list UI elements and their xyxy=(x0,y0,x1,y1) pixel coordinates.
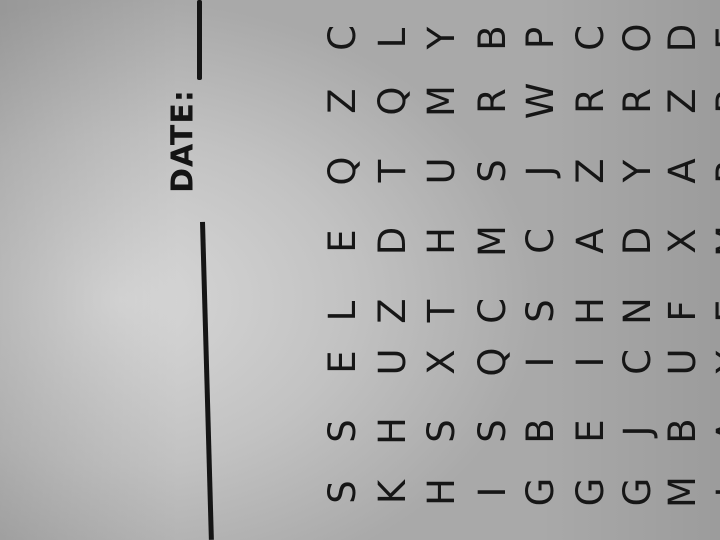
grid-letter: S xyxy=(518,299,562,323)
grid-letter: C xyxy=(568,25,612,51)
grid-letter: W xyxy=(518,82,562,120)
grid-letter: U xyxy=(660,348,704,376)
grid-letter: X xyxy=(419,349,463,375)
grid-letter: U xyxy=(370,348,414,376)
grid-letter: X xyxy=(660,228,704,254)
grid-letter: I xyxy=(470,486,514,498)
grid-letter: H xyxy=(419,227,463,255)
grid-letter: E xyxy=(320,350,364,374)
grid-letter: S xyxy=(320,419,364,443)
grid-letter: S xyxy=(470,159,514,183)
grid-letter: J xyxy=(518,165,562,177)
grid-letter: D xyxy=(370,226,414,256)
grid-letter: M xyxy=(419,85,463,117)
grid-letter: B xyxy=(518,418,562,444)
grid-letter: C xyxy=(615,349,659,375)
grid-letter: R xyxy=(470,88,514,114)
worksheet-page: DATE: CZQELESSLQTDZUHKYMUHTXSHBRSMCQSIPW… xyxy=(0,0,720,540)
grid-letter: J xyxy=(615,425,659,437)
grid-letter: I xyxy=(518,356,562,368)
grid-letter: Y xyxy=(705,337,720,387)
grid-letter: T xyxy=(419,299,463,323)
grid-letter: M xyxy=(470,225,514,257)
grid-letter: C xyxy=(320,25,364,51)
grid-letter: Z xyxy=(660,88,704,114)
grid-letter: Q xyxy=(370,86,414,116)
grid-letter: P xyxy=(518,26,562,50)
grid-letter: H xyxy=(370,417,414,445)
grid-letter: S xyxy=(470,419,514,443)
grid-letter: T xyxy=(370,159,414,183)
grid-letter: O xyxy=(615,23,659,53)
grid-letter: S xyxy=(320,480,364,504)
word-search-grid: CZQELESSLQTDZUHKYMUHTXSHBRSMCQSIPWJCSIBG… xyxy=(0,0,720,540)
grid-letter: G xyxy=(518,477,562,507)
grid-letter: G xyxy=(568,477,612,507)
grid-letter: L xyxy=(320,300,364,322)
grid-letter: Y xyxy=(419,26,463,50)
grid-letter: K xyxy=(370,479,414,505)
grid-letter: U xyxy=(419,157,463,185)
grid-letter: D xyxy=(615,226,659,256)
grid-letter: H xyxy=(568,297,612,325)
grid-letter: E xyxy=(320,229,364,253)
grid-letter: E xyxy=(705,13,720,63)
grid-letter: F xyxy=(660,300,704,322)
grid-letter: S xyxy=(419,419,463,443)
grid-letter: R xyxy=(705,146,720,196)
grid-letter: G xyxy=(615,477,659,507)
grid-letter: A xyxy=(568,228,612,254)
grid-letter: C xyxy=(470,298,514,324)
grid-letter: B xyxy=(660,418,704,444)
grid-letter: L xyxy=(370,27,414,49)
grid-letter: I xyxy=(568,356,612,368)
grid-letter: R xyxy=(568,88,612,114)
grid-letter: Q xyxy=(320,156,364,186)
grid-letter: I xyxy=(705,467,720,517)
grid-letter: Z xyxy=(320,88,364,114)
grid-letter: Z xyxy=(568,158,612,184)
grid-letter: R xyxy=(615,88,659,114)
grid-letter: B xyxy=(705,76,720,126)
grid-letter: Y xyxy=(615,159,659,183)
grid-letter: B xyxy=(470,25,514,51)
grid-letter: Z xyxy=(370,298,414,324)
grid-letter: H xyxy=(419,478,463,506)
grid-letter: M xyxy=(705,216,720,266)
grid-letter: Q xyxy=(470,347,514,377)
grid-letter: C xyxy=(518,228,562,254)
grid-letter: M xyxy=(660,476,704,508)
grid-letter: E xyxy=(705,286,720,336)
grid-letter: N xyxy=(615,297,659,325)
grid-letter: A xyxy=(660,158,704,184)
grid-letter: D xyxy=(660,23,704,53)
grid-letter: E xyxy=(568,419,612,443)
grid-letter: A xyxy=(705,406,720,456)
